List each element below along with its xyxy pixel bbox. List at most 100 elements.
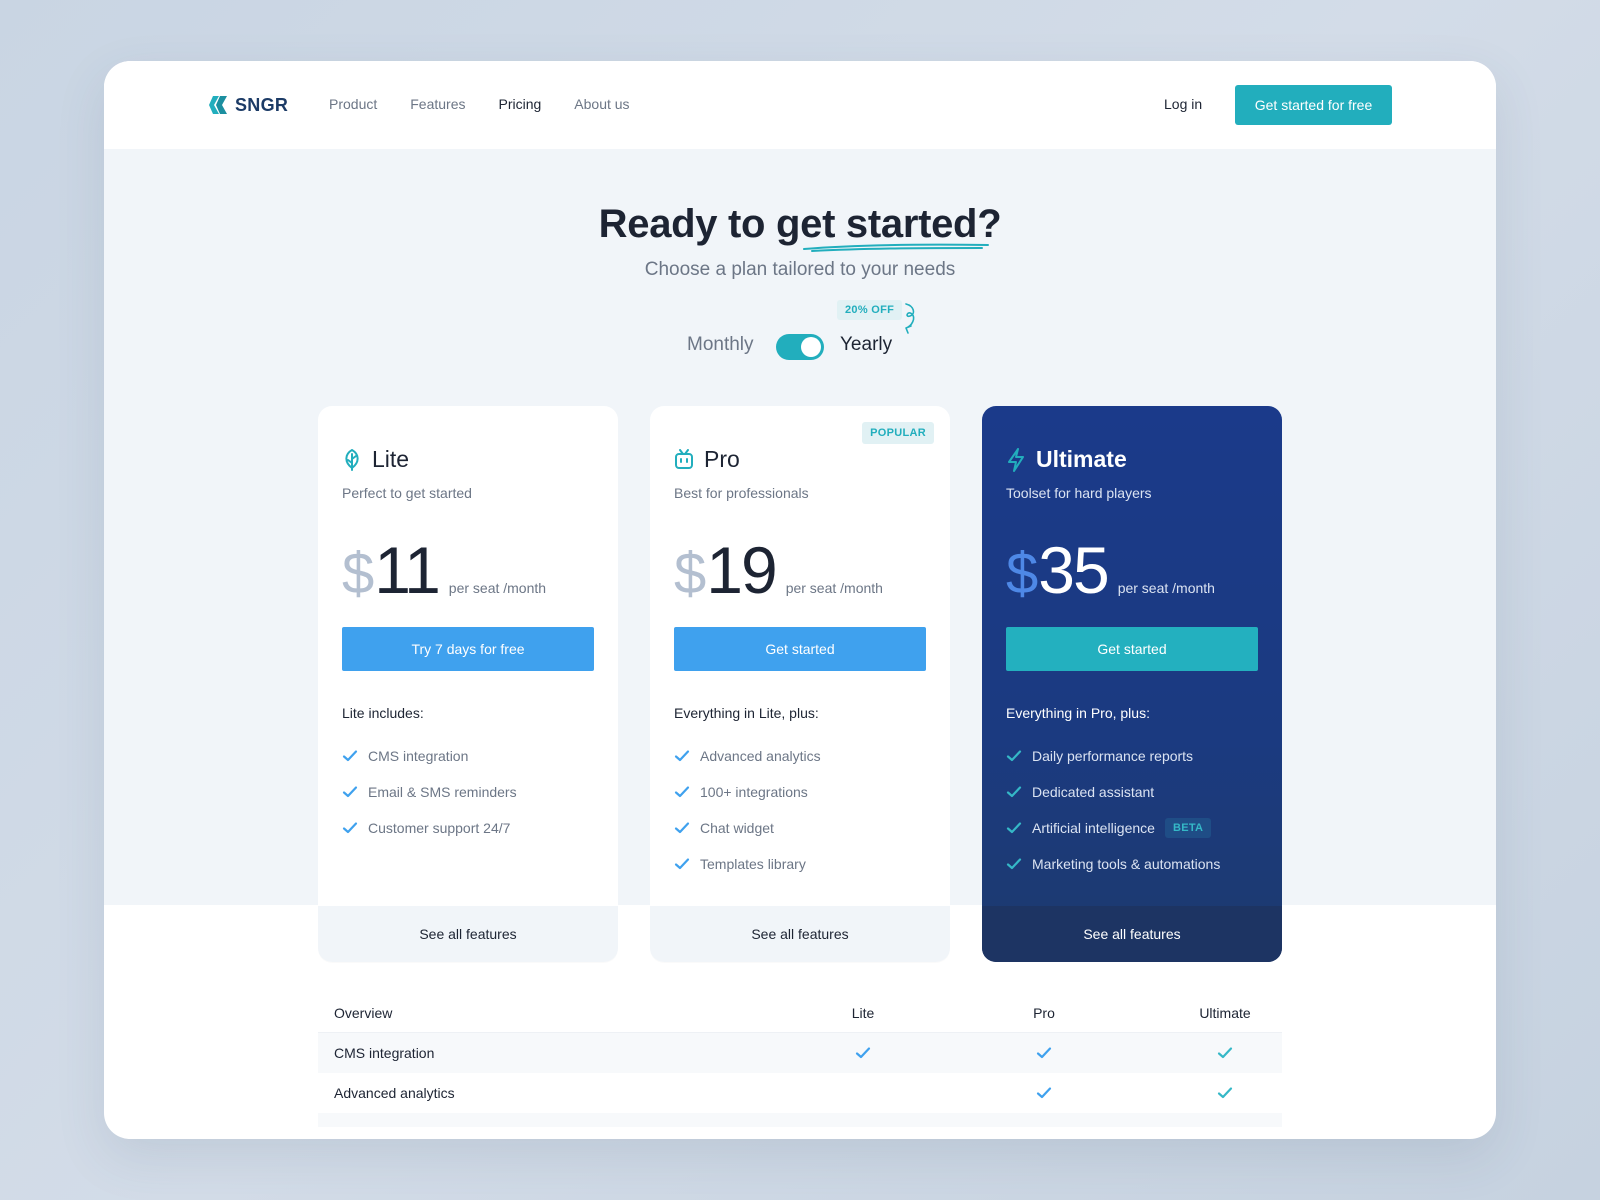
check-icon: [1036, 1087, 1052, 1099]
nav-about-us[interactable]: About us: [574, 96, 629, 112]
feature-label: Artificial intelligence: [1032, 820, 1155, 836]
list-item: Templates library: [674, 846, 821, 882]
includes-title: Lite includes:: [342, 705, 424, 721]
ultimate-check-cell: [1180, 1045, 1270, 1061]
underline-squiggle-icon: [803, 243, 989, 252]
table-row: CMS integration: [318, 1033, 1282, 1073]
includes-title: Everything in Pro, plus:: [1006, 705, 1150, 721]
list-item: Dedicated assistant: [1006, 774, 1220, 810]
check-icon: [342, 750, 358, 762]
price-unit: per seat /month: [1117, 580, 1215, 596]
check-icon: [1006, 786, 1022, 798]
check-icon: [855, 1047, 871, 1059]
currency-symbol: $: [674, 541, 707, 606]
check-icon: [674, 858, 690, 870]
pricing-page-frame: SNGR Product Features Pricing About us L…: [104, 61, 1496, 1139]
currency-symbol: $: [1006, 541, 1039, 606]
title-suffix: ?: [977, 202, 1002, 246]
billing-period-toggle[interactable]: [776, 334, 824, 360]
check-icon: [1006, 750, 1022, 762]
plan-description: Best for professionals: [674, 485, 809, 501]
nav-features[interactable]: Features: [410, 96, 465, 112]
table-row: Advanced analytics: [318, 1073, 1282, 1113]
price-unit: per seat /month: [785, 580, 883, 596]
plan-description: Toolset for hard players: [1006, 485, 1152, 501]
plan-price: $ 35 per seat /month: [1006, 532, 1215, 608]
check-icon: [674, 786, 690, 798]
nav-pricing[interactable]: Pricing: [499, 96, 542, 112]
table-row: [318, 1113, 1282, 1127]
plan-price: $ 19 per seat /month: [674, 532, 883, 608]
column-header-overview: Overview: [334, 1004, 393, 1021]
feature-label: Dedicated assistant: [1032, 784, 1155, 800]
list-item: Daily performance reports: [1006, 738, 1220, 774]
see-all-features-link[interactable]: See all features: [318, 906, 618, 962]
list-item: Artificial intelligence BETA: [1006, 810, 1220, 846]
toggle-knob: [801, 337, 821, 357]
feature-label: CMS integration: [368, 748, 469, 764]
plan-header: Pro: [674, 446, 740, 473]
plan-description: Perfect to get started: [342, 485, 472, 501]
ultimate-check-cell: [1180, 1085, 1270, 1101]
billing-toggle-row: Monthly Yearly 20% OFF: [104, 300, 1496, 361]
list-item: CMS integration: [342, 738, 517, 774]
check-icon: [1006, 858, 1022, 870]
get-started-ultimate-button[interactable]: Get started: [1006, 627, 1258, 671]
feature-label: 100+ integrations: [700, 784, 808, 800]
plan-card-lite: Lite Perfect to get started $ 11 per sea…: [318, 406, 618, 962]
brand-name: SNGR: [235, 94, 289, 115]
top-navbar: SNGR Product Features Pricing About us L…: [104, 61, 1496, 149]
nav-product[interactable]: Product: [329, 96, 377, 112]
billing-yearly-label[interactable]: Yearly: [840, 334, 892, 356]
page-title: Ready to get started?: [104, 202, 1496, 252]
feature-label: Chat widget: [700, 820, 774, 836]
check-icon: [674, 822, 690, 834]
price-amount: 19: [706, 533, 777, 607]
beta-badge: BETA: [1164, 818, 1212, 838]
price-amount: 35: [1038, 533, 1109, 607]
page-subtitle: Choose a plan tailored to your needs: [644, 259, 956, 280]
see-all-features-link[interactable]: See all features: [982, 906, 1282, 962]
price-unit: per seat /month: [448, 580, 547, 596]
lite-check-cell: [848, 1045, 878, 1061]
check-icon: [1036, 1047, 1052, 1059]
see-all-features-link[interactable]: See all features: [650, 906, 950, 962]
title-prefix: Ready to: [598, 202, 776, 246]
column-header-lite: Lite: [851, 1004, 875, 1021]
brand-logo[interactable]: SNGR: [207, 94, 288, 116]
get-started-pro-button[interactable]: Get started: [674, 627, 926, 671]
feature-label: Advanced analytics: [700, 748, 821, 764]
get-started-free-button[interactable]: Get started for free: [1235, 85, 1392, 125]
title-highlight-text: get started: [776, 202, 978, 246]
pro-check-cell: [1029, 1085, 1059, 1101]
tv-icon: [675, 448, 693, 469]
table-header-row: Overview Lite Pro Ultimate: [318, 993, 1282, 1033]
check-icon: [1006, 822, 1022, 834]
plan-card-pro: POPULAR Pro Best for professionals $ 19 …: [650, 406, 950, 962]
column-header-ultimate: Ultimate: [1199, 1004, 1251, 1021]
plan-header: Ultimate: [1006, 446, 1127, 473]
curly-arrow-icon: [905, 303, 915, 334]
check-icon: [342, 786, 358, 798]
title-highlight: get started: [776, 202, 989, 252]
feature-label: Templates library: [700, 856, 806, 872]
plan-price: $ 11 per seat /month: [342, 532, 546, 608]
check-icon: [674, 750, 690, 762]
popular-badge: POPULAR: [862, 422, 934, 444]
login-link[interactable]: Log in: [1164, 96, 1202, 112]
list-item: 100+ integrations: [674, 774, 821, 810]
check-icon: [342, 822, 358, 834]
list-item: Chat widget: [674, 810, 821, 846]
main-nav: Product Features Pricing About us: [329, 96, 630, 112]
billing-monthly-label[interactable]: Monthly: [687, 334, 754, 356]
feature-list: Daily performance reports Dedicated assi…: [1006, 738, 1220, 882]
leaf-icon: [345, 448, 359, 471]
feature-label: Email & SMS reminders: [368, 784, 517, 800]
feature-label: Marketing tools & automations: [1032, 856, 1221, 872]
column-header-pro: Pro: [1033, 1004, 1055, 1021]
check-icon: [1217, 1047, 1233, 1059]
logo-icon: [209, 96, 227, 114]
try-free-button[interactable]: Try 7 days for free: [342, 627, 594, 671]
list-item: Email & SMS reminders: [342, 774, 517, 810]
list-item: Marketing tools & automations: [1006, 846, 1220, 882]
